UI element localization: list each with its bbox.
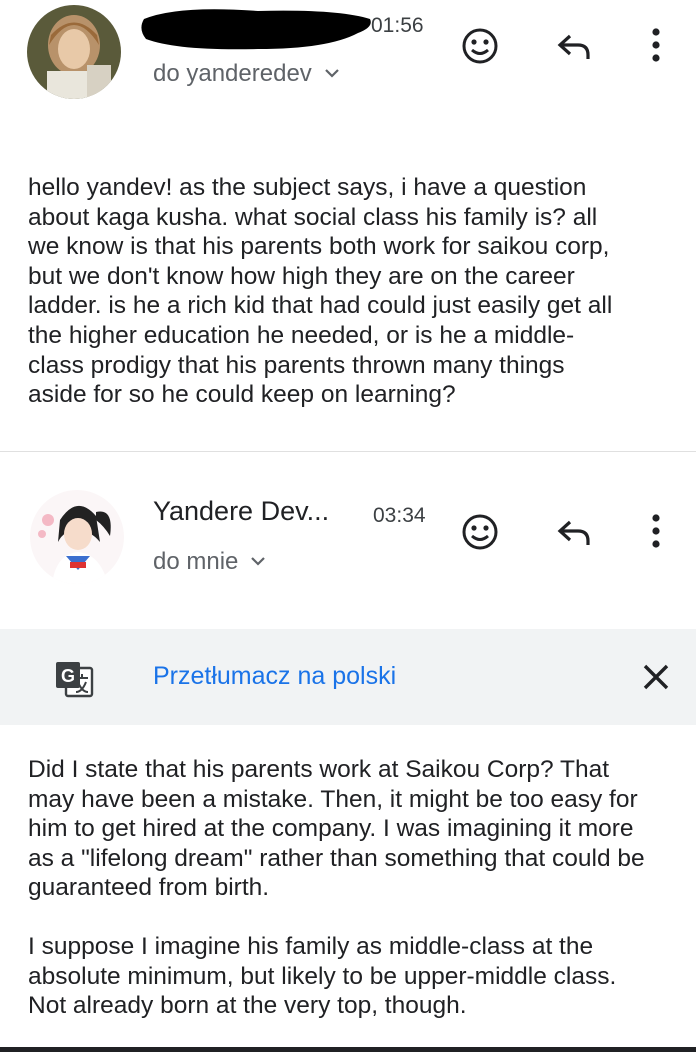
body-line: about kaga kusha. what social class his … — [28, 203, 598, 231]
reply-icon — [557, 520, 590, 545]
message-body-2: Did I state that his parents work at Sai… — [28, 755, 678, 1021]
more-options-button-2[interactable] — [640, 508, 672, 554]
sender-avatar-2[interactable] — [30, 490, 124, 584]
body-line: Not already born at the very top, though… — [28, 992, 467, 1020]
body-line: hello yandev! as the subject says, i hav… — [28, 174, 587, 201]
sender-name-2[interactable]: Yandere Dev... — [153, 496, 329, 527]
emoji-reaction-button-2[interactable] — [458, 510, 502, 554]
body-line: him to get hired at the company. I was i… — [28, 815, 634, 843]
redacted-sender-name — [141, 9, 371, 50]
translate-icon: G — [54, 660, 94, 703]
message-divider — [0, 451, 696, 452]
body-line: we know is that his parents both work fo… — [28, 233, 610, 261]
svg-text:G: G — [61, 666, 75, 686]
message-body-1: hello yandev! as the subject says, i hav… — [28, 173, 678, 410]
reply-button-1[interactable] — [552, 24, 596, 68]
chevron-down-icon — [325, 69, 339, 78]
emoji-reaction-icon — [462, 28, 498, 64]
recipient-line-1[interactable]: do yanderedev — [153, 60, 340, 88]
bottom-edge-bar — [0, 1047, 696, 1052]
emoji-reaction-button-1[interactable] — [458, 24, 502, 68]
body-line: class prodigy that his parents thrown ma… — [28, 351, 565, 379]
body-line: ladder. is he a rich kid that had could … — [28, 292, 613, 320]
recipient-label: do yanderedev — [153, 60, 312, 87]
body-line: but we don't know how high they are on t… — [28, 262, 575, 290]
more-vert-icon — [652, 514, 660, 548]
more-options-button-1[interactable] — [640, 22, 672, 68]
message-time-2: 03:34 — [373, 504, 426, 527]
reply-icon — [557, 34, 590, 59]
body-line: as a "lifelong dream" rather than someth… — [28, 844, 645, 872]
translate-link[interactable]: Przetłumacz na polski — [153, 662, 396, 691]
body-line: may have been a mistake. Then, it might … — [28, 785, 638, 813]
close-icon — [643, 664, 669, 690]
body-line: Did I state that his parents work at Sai… — [28, 756, 610, 783]
translate-bar: G Przetłumacz na polski — [0, 629, 696, 725]
body-line: I suppose I imagine his family as middle… — [28, 932, 594, 960]
emoji-reaction-icon — [462, 514, 498, 550]
close-translate-button[interactable] — [636, 657, 676, 697]
more-vert-icon — [652, 28, 660, 62]
body-line: aside for so he could keep on learning? — [28, 381, 456, 409]
body-line: the higher education he needed, or is he… — [28, 321, 575, 349]
sender-avatar-1[interactable] — [27, 5, 121, 99]
recipient-line-2[interactable]: do mnie — [153, 548, 266, 576]
body-line: absolute minimum, but likely to be upper… — [28, 962, 617, 990]
reply-button-2[interactable] — [552, 510, 596, 554]
recipient-label: do mnie — [153, 548, 239, 575]
avatar-image — [30, 490, 124, 584]
message-time-1: 01:56 — [371, 14, 424, 37]
body-line: guaranteed from birth. — [28, 874, 270, 902]
avatar-image — [27, 5, 121, 99]
chevron-down-icon — [251, 557, 266, 566]
